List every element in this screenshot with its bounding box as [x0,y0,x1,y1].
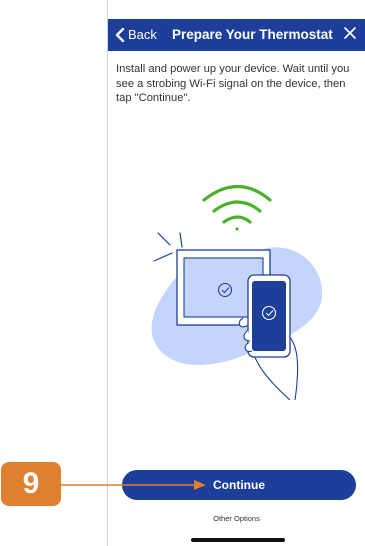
back-button[interactable]: Back [114,27,157,42]
screen-left-border [107,0,108,546]
other-options-link[interactable]: Other Options [108,514,365,523]
page-title: Prepare Your Thermostat [172,27,333,42]
close-icon[interactable] [343,26,357,40]
header-bar: Back Prepare Your Thermostat [108,19,365,51]
chevron-left-icon [115,27,125,42]
thermostat-illustration [151,185,323,400]
callout-arrow [60,480,206,490]
phone-in-hand [238,274,299,400]
instructions-text: Install and power up your device. Wait u… [116,63,350,104]
wifi-icon [202,185,272,231]
step-number-badge: 9 [1,462,61,506]
back-label: Back [128,27,157,42]
home-indicator [191,538,285,542]
